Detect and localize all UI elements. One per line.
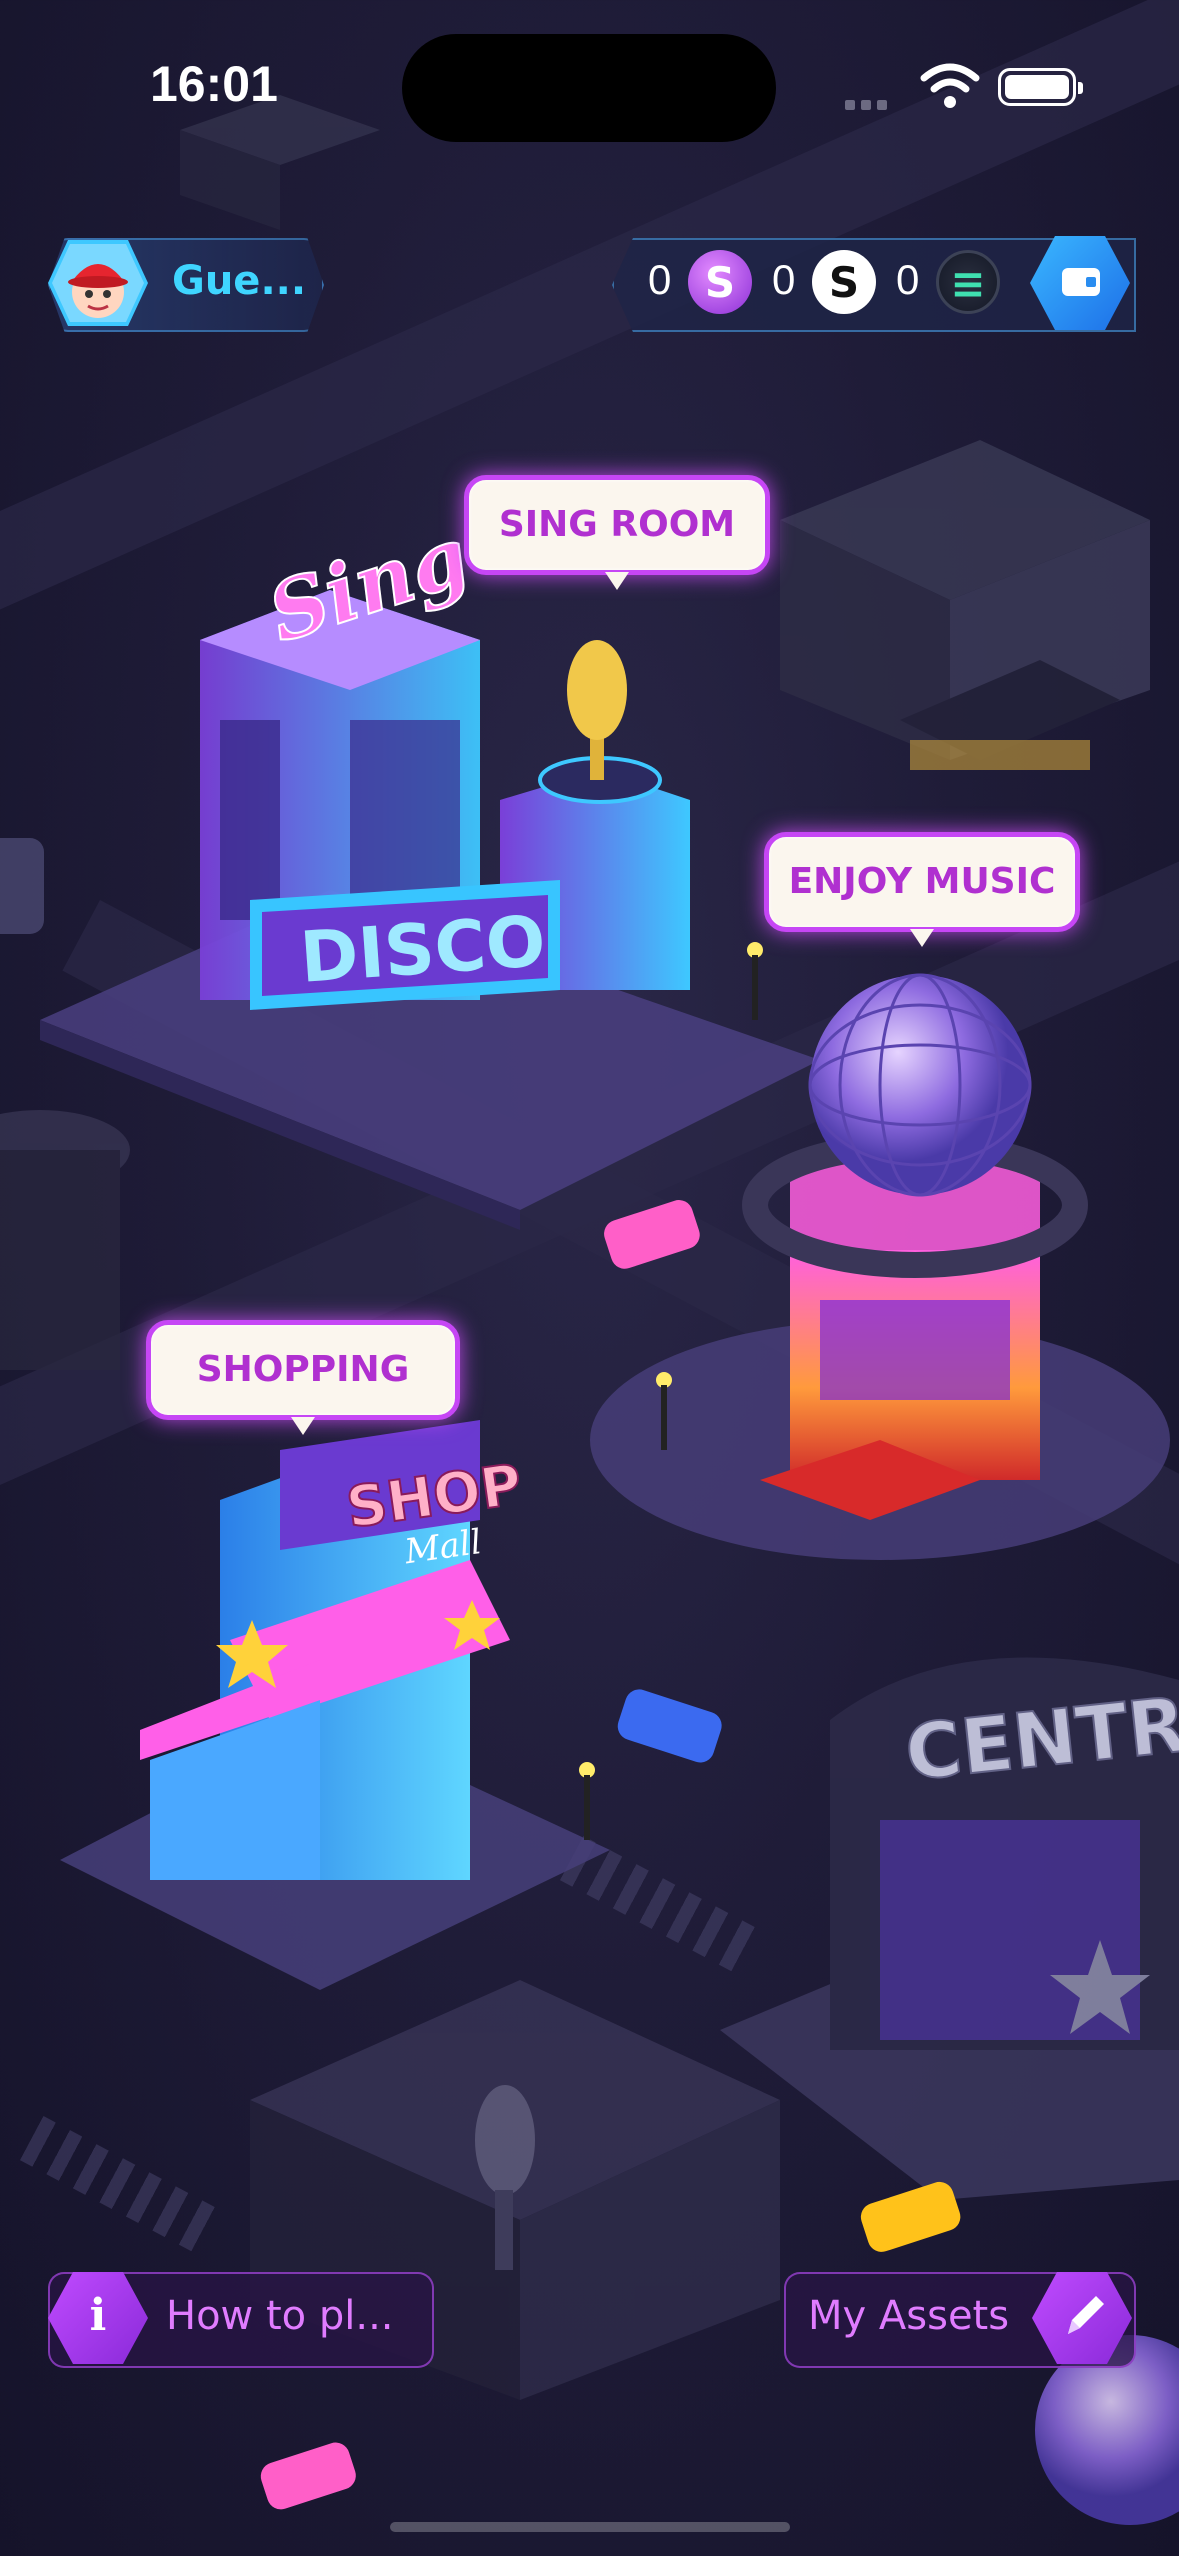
sing-room-label[interactable]: SING ROOM	[464, 475, 770, 590]
car-pink	[604, 1200, 700, 1269]
solana-coin-icon: ≡	[936, 250, 1000, 314]
wifi-icon	[920, 63, 980, 108]
status-time: 16:01	[150, 56, 278, 112]
background-building	[0, 1110, 130, 1370]
s-coin-white-icon: S	[812, 250, 876, 314]
currency-amount: 0	[896, 256, 920, 303]
side-drawer-handle[interactable]	[0, 838, 44, 934]
shop-mall-building: SHOP Mall	[60, 1420, 610, 1990]
central-building: CENTRAL	[720, 1657, 1179, 2200]
avatar[interactable]	[48, 238, 148, 328]
car-blue	[617, 1689, 722, 1763]
disco-building: DISCO Sing	[40, 507, 820, 1230]
dynamic-island	[402, 34, 776, 142]
home-indicator	[390, 2522, 790, 2532]
background-building	[780, 440, 1150, 770]
battery-icon	[998, 68, 1083, 106]
user-name[interactable]: Gue...	[172, 258, 306, 304]
wallet-icon	[1062, 268, 1100, 296]
background-building	[180, 95, 380, 230]
my-assets-label[interactable]: My Assets	[808, 2293, 1009, 2339]
signal-dots-icon	[845, 95, 905, 110]
how-to-play-label[interactable]: How to pl...	[166, 2293, 394, 2339]
enjoy-music-label[interactable]: ENJOY MUSIC	[764, 832, 1080, 947]
disco-marquee: DISCO	[297, 900, 548, 999]
shopping-label[interactable]: SHOPPING	[146, 1320, 460, 1435]
currency-amount: 0	[648, 256, 672, 303]
car-pink	[260, 2442, 356, 2510]
currency-amount: 0	[772, 256, 796, 303]
city-map: DISCO Sing SHOP Mall CENTRAL	[0, 95, 1179, 2525]
s-coin-purple-icon: S	[688, 250, 752, 314]
car-yellow	[860, 2181, 961, 2252]
